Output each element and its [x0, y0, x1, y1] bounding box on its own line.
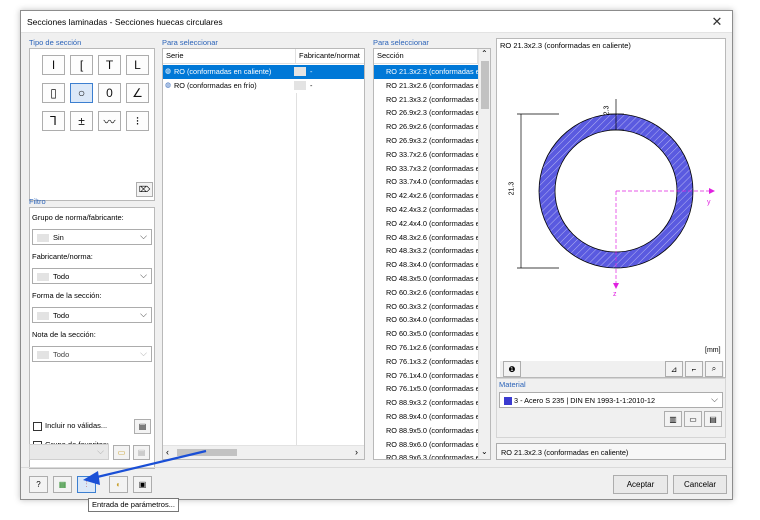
tooltip: Entrada de parámetros... [88, 498, 179, 512]
arrow-head [83, 471, 100, 485]
arrow-shaft [92, 449, 207, 480]
annotation-arrow [83, 449, 207, 485]
